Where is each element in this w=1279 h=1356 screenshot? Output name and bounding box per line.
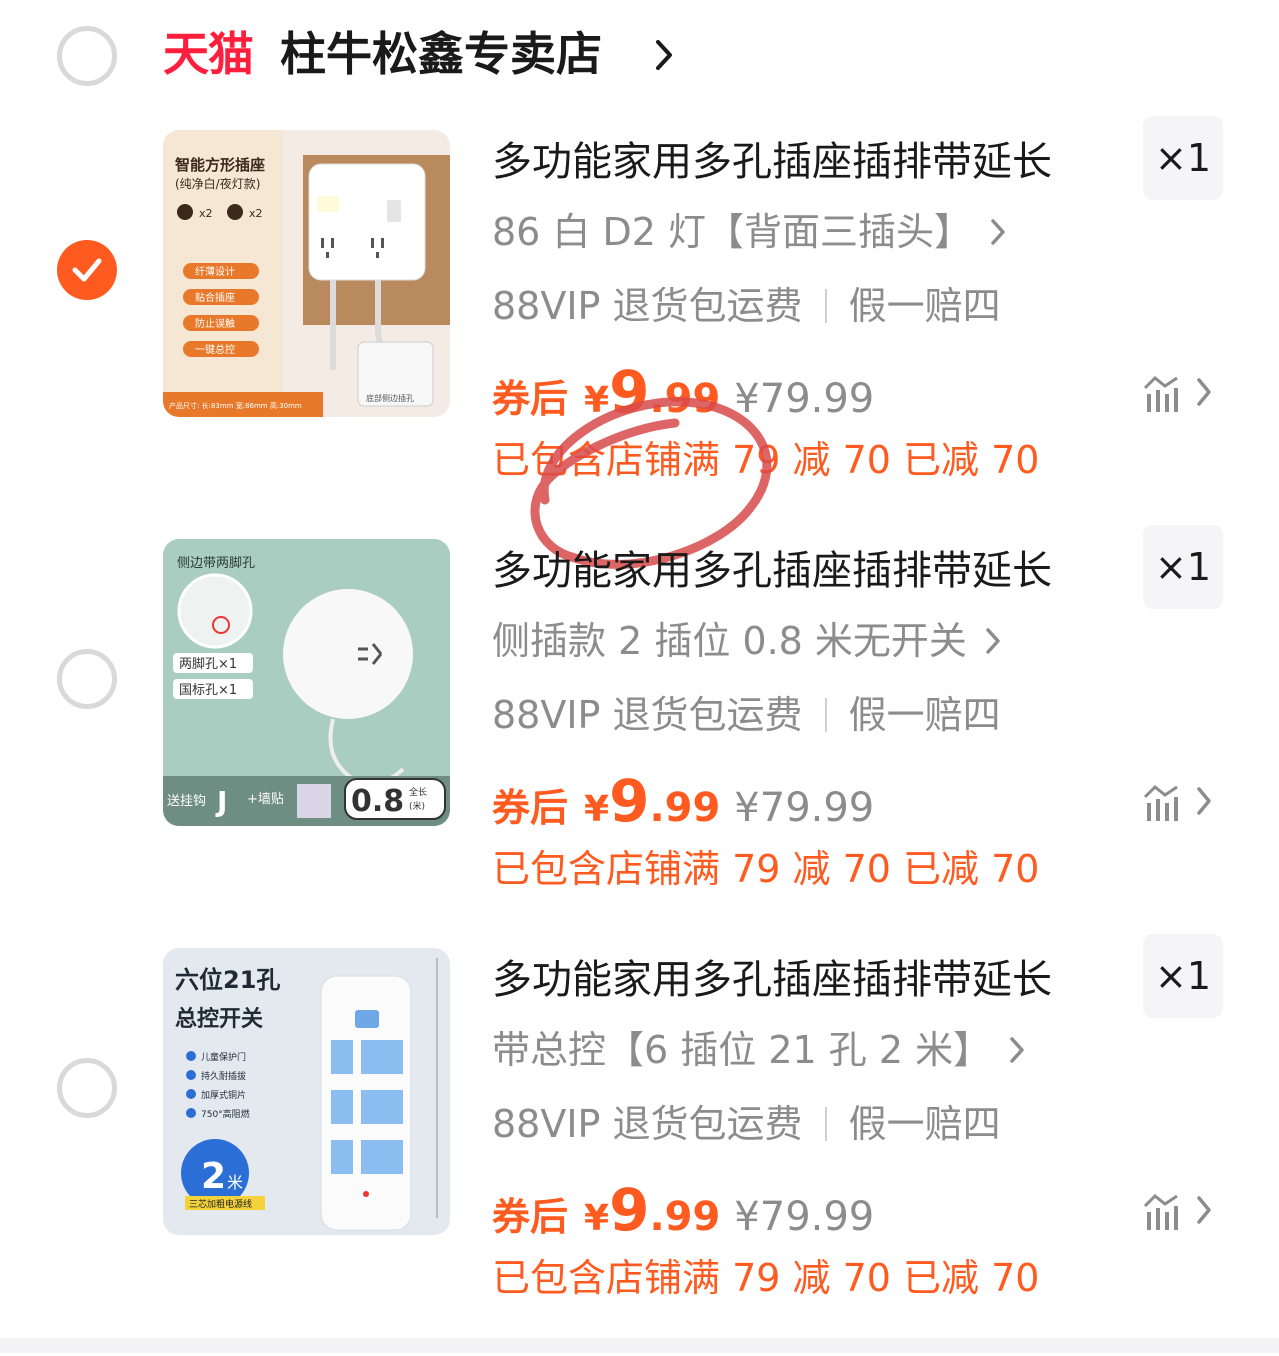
price-currency: ¥ — [584, 380, 610, 421]
quantity-button[interactable]: ×1 — [1143, 525, 1223, 609]
price-decimal: .99 — [649, 376, 721, 422]
discount-info: 已包含店铺满 79 减 70 已减 70 — [492, 438, 1040, 482]
chevron-right-icon — [986, 628, 1000, 654]
image-subheading: (纯净白/夜灯款) — [175, 176, 260, 191]
item-select-radio[interactable] — [57, 649, 117, 709]
item-select-radio[interactable] — [57, 1058, 117, 1118]
image-feature: 750°高阻燃 — [201, 1108, 250, 1120]
price-label: 券后 — [492, 377, 569, 421]
tag-divider — [824, 288, 827, 323]
sku-selector[interactable]: 带总控【6 插位 21 孔 2 米】 — [492, 1022, 1024, 1078]
service-tags: 88VIP 退货包运费 假一赔四 — [492, 278, 1001, 334]
image-badge-unit: 米 — [227, 1173, 243, 1192]
chevron-right-icon — [1010, 1037, 1024, 1063]
tmall-logo: 天猫 — [163, 27, 254, 81]
image-label: 国标孔×1 — [179, 683, 237, 698]
check-icon — [72, 258, 102, 282]
svg-text:J: J — [215, 785, 227, 818]
image-feature: 加厚式铜片 — [201, 1089, 246, 1101]
tag-fake-compensation: 假一赔四 — [848, 1102, 1001, 1146]
original-price: ¥79.99 — [734, 785, 875, 831]
cart-item: 侧边带两脚孔 两脚孔×1 国标孔×1 送挂钩 J +墙贴 0.8 全长 (米) … — [0, 525, 1279, 947]
image-length-unit: (米) — [409, 800, 425, 812]
item-select-radio-checked[interactable] — [57, 240, 117, 300]
product-image[interactable]: 六位21孔 总控开关 儿童保护门 持久耐插拔 加厚式铜片 750°高阻燃 2 米… — [163, 948, 450, 1235]
sku-text: 带总控【6 插位 21 孔 2 米】 — [492, 1028, 992, 1072]
sku-text: 86 白 D2 灯【背面三插头】 — [492, 210, 973, 254]
quantity-button[interactable]: ×1 — [1143, 934, 1223, 1018]
price-integer: 9 — [609, 358, 650, 426]
tag-return-shipping: 88VIP 退货包运费 — [492, 693, 803, 737]
sku-selector[interactable]: 86 白 D2 灯【背面三插头】 — [492, 204, 1005, 260]
product-title[interactable]: 多功能家用多孔插座插排带延长 — [492, 132, 1052, 192]
image-length: 0.8 — [351, 784, 404, 819]
product-title[interactable]: 多功能家用多孔插座插排带延长 — [492, 950, 1052, 1010]
image-feature: 纤薄设计 — [195, 265, 235, 278]
price-label: 券后 — [492, 1195, 569, 1239]
sku-selector[interactable]: 侧插款 2 插位 0.8 米无开关 — [492, 613, 1000, 669]
price-trend-icon[interactable] — [1143, 374, 1215, 414]
image-feature: 持久耐插拔 — [201, 1070, 246, 1082]
discount-info: 已包含店铺满 79 减 70 已减 70 — [492, 1256, 1040, 1300]
price-row: 券后 ¥9.99 ¥79.99 — [492, 1176, 874, 1246]
image-badge-caption: 三芯加粗电源线 — [189, 1198, 252, 1210]
price-row: 券后 ¥9.99 ¥79.99 — [492, 767, 874, 837]
service-tags: 88VIP 退货包运费 假一赔四 — [492, 1096, 1001, 1152]
image-inset-label: 底部侧边插孔 — [366, 393, 414, 403]
price-integer: 9 — [609, 767, 650, 835]
tag-fake-compensation: 假一赔四 — [848, 693, 1001, 737]
tag-return-shipping: 88VIP 退货包运费 — [492, 284, 803, 328]
image-length-unit: 全长 — [409, 786, 427, 798]
original-price: ¥79.99 — [734, 376, 875, 422]
image-label: 两脚孔×1 — [179, 656, 237, 672]
image-heading: 智能方形插座 — [175, 156, 265, 174]
product-image[interactable]: 侧边带两脚孔 两脚孔×1 国标孔×1 送挂钩 J +墙贴 0.8 全长 (米) — [163, 539, 450, 826]
chevron-right-icon — [991, 219, 1005, 245]
bottom-divider — [0, 1338, 1279, 1353]
image-size-note: 产品尺寸: 长:83mm 宽:86mm 高:30mm — [169, 401, 302, 410]
price-label: 券后 — [492, 786, 569, 830]
image-bottom-left: 送挂钩 — [167, 794, 206, 809]
tag-fake-compensation: 假一赔四 — [848, 284, 1001, 328]
image-heading: 总控开关 — [175, 1006, 263, 1032]
shop-name-link[interactable]: 柱牛松鑫专卖店 — [280, 22, 602, 86]
price-integer: 9 — [609, 1176, 650, 1244]
product-image[interactable]: 智能方形插座 (纯净白/夜灯款) x2 x2 纤薄设计 贴合插座 防止误触 一键… — [163, 130, 450, 417]
image-badge: x2 — [249, 207, 263, 220]
cart-item: 六位21孔 总控开关 儿童保护门 持久耐插拔 加厚式铜片 750°高阻燃 2 米… — [0, 934, 1279, 1356]
cart-item: 智能方形插座 (纯净白/夜灯款) x2 x2 纤薄设计 贴合插座 防止误触 一键… — [0, 116, 1279, 569]
shop-select-radio[interactable] — [57, 26, 117, 86]
image-feature: 防止误触 — [195, 317, 235, 330]
discount-info: 已包含店铺满 79 减 70 已减 70 — [492, 847, 1040, 891]
image-heading: 侧边带两脚孔 — [177, 555, 255, 571]
image-feature: 一键总控 — [195, 343, 235, 356]
tag-divider — [824, 1106, 827, 1141]
price-currency: ¥ — [584, 1198, 610, 1239]
price-row: 券后 ¥9.99 ¥79.99 — [492, 358, 874, 428]
image-badge: x2 — [199, 207, 213, 220]
price-decimal: .99 — [649, 1194, 721, 1240]
original-price: ¥79.99 — [734, 1194, 875, 1240]
price-trend-icon[interactable] — [1143, 783, 1215, 823]
tag-return-shipping: 88VIP 退货包运费 — [492, 1102, 803, 1146]
product-title[interactable]: 多功能家用多孔插座插排带延长 — [492, 541, 1052, 601]
image-badge-number: 2 — [201, 1156, 226, 1197]
tag-divider — [824, 697, 827, 732]
price-trend-icon[interactable] — [1143, 1192, 1215, 1232]
image-feature: 贴合插座 — [195, 291, 235, 304]
image-bottom-mid: +墙贴 — [247, 792, 284, 807]
shop-header: 天猫 柱牛松鑫专卖店 — [0, 0, 1279, 112]
service-tags: 88VIP 退货包运费 假一赔四 — [492, 687, 1001, 743]
price-currency: ¥ — [584, 789, 610, 830]
image-feature: 儿童保护门 — [201, 1051, 246, 1063]
chevron-right-icon[interactable] — [654, 38, 674, 72]
quantity-button[interactable]: ×1 — [1143, 116, 1223, 200]
price-decimal: .99 — [649, 785, 721, 831]
image-heading: 六位21孔 — [175, 966, 280, 994]
sku-text: 侧插款 2 插位 0.8 米无开关 — [492, 619, 967, 663]
